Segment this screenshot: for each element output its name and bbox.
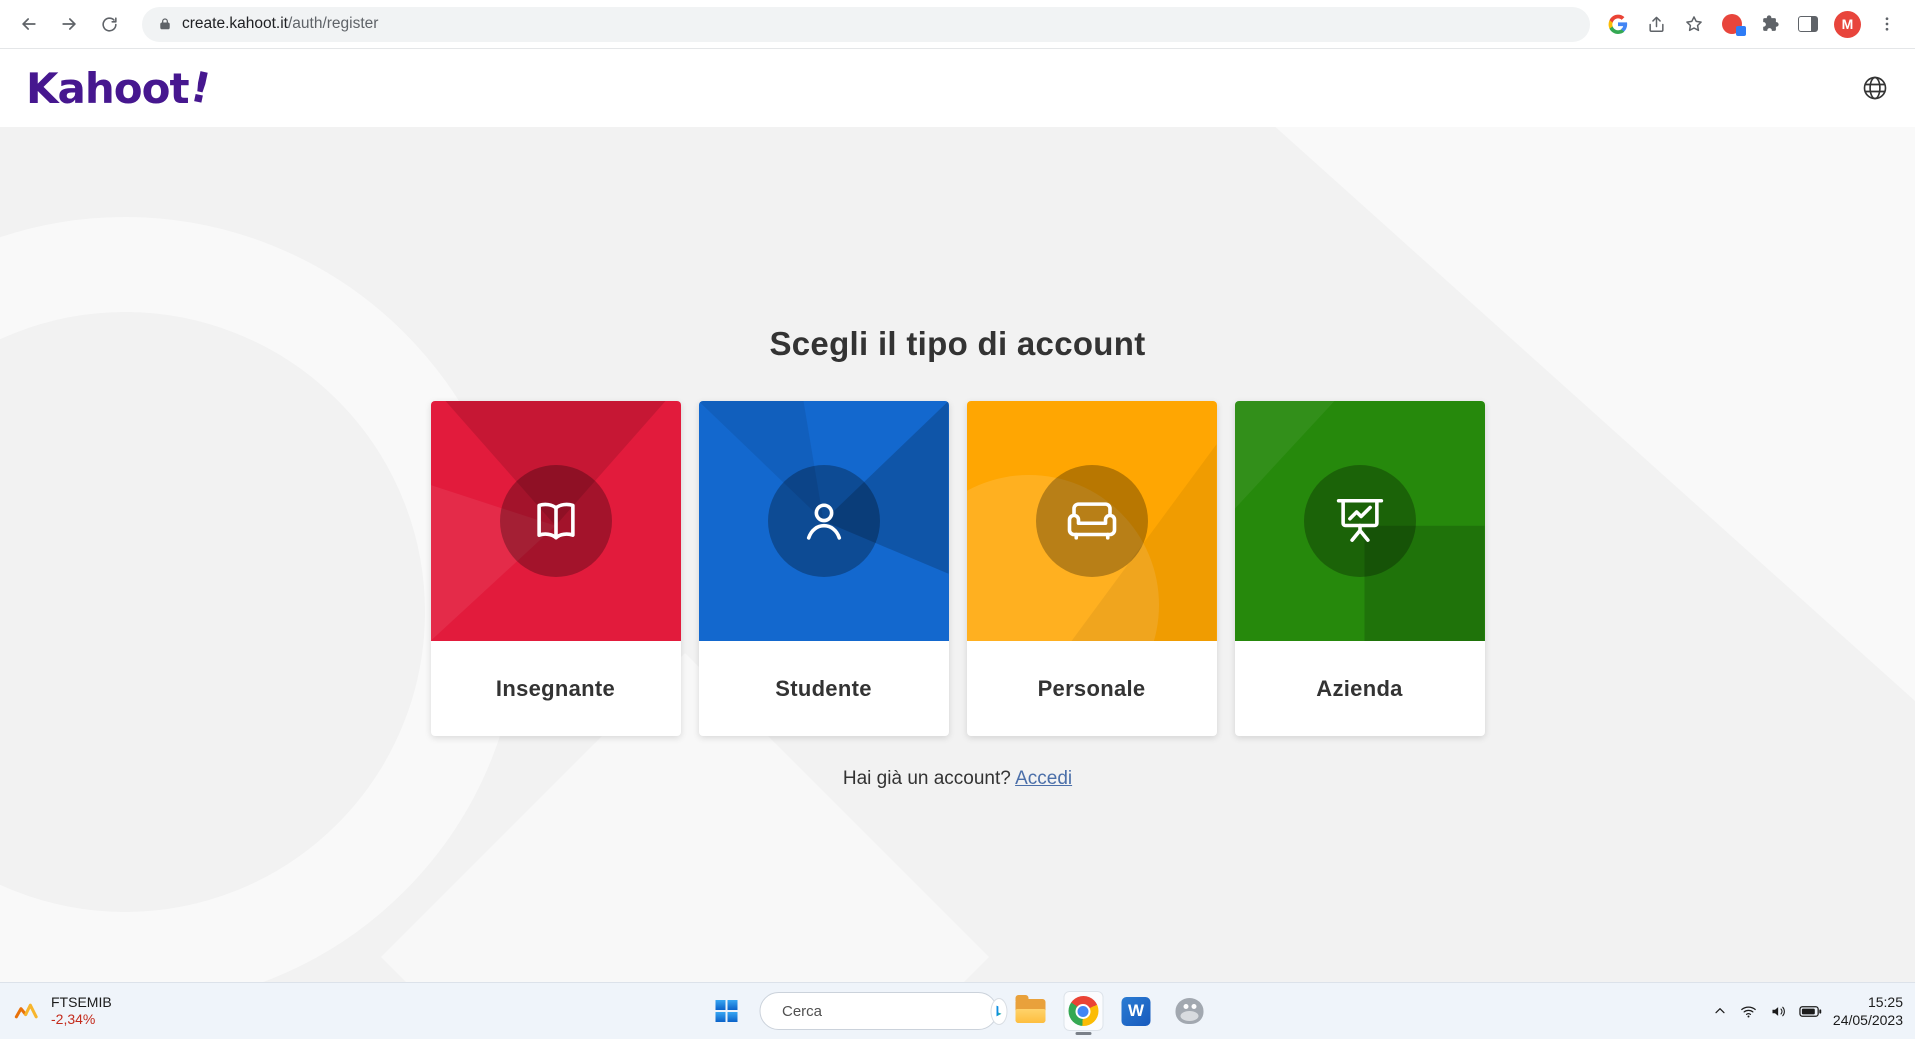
back-button[interactable] <box>12 7 46 41</box>
start-button[interactable] <box>706 991 746 1031</box>
account-card-azienda[interactable]: Azienda <box>1235 401 1485 736</box>
wifi-icon <box>1739 1003 1758 1020</box>
kahoot-logo[interactable]: Kahoot! <box>26 64 209 113</box>
icon-circle <box>500 465 612 577</box>
toolbar-actions: M <box>1606 11 1903 38</box>
battery-button[interactable] <box>1799 1005 1822 1018</box>
share-icon <box>1647 15 1666 34</box>
back-icon <box>19 14 39 34</box>
url-host: create.kahoot.it <box>182 15 288 32</box>
stock-widget-text: FTSEMIB -2,34% <box>51 994 112 1028</box>
tray-overflow-button[interactable] <box>1712 1003 1728 1019</box>
profile-avatar[interactable]: M <box>1834 11 1861 38</box>
volume-button[interactable] <box>1769 1003 1788 1020</box>
url-text: create.kahoot.it/auth/register <box>182 15 378 33</box>
account-card-insegnante[interactable]: Insegnante <box>431 401 681 736</box>
windows-taskbar: FTSEMIB -2,34% W <box>0 982 1915 1039</box>
site-header: Kahoot! <box>0 49 1915 127</box>
chrome-icon <box>1068 996 1098 1026</box>
stock-symbol: FTSEMIB <box>51 994 112 1011</box>
extensions-button[interactable] <box>1758 12 1782 36</box>
kahoot-logo-bang: ! <box>186 61 214 113</box>
clock-date: 24/05/2023 <box>1833 1011 1903 1029</box>
side-panel-icon <box>1798 16 1818 32</box>
google-button[interactable] <box>1606 12 1630 36</box>
signin-row: Hai già un account? Accedi <box>0 768 1915 790</box>
three-dots-icon <box>1878 15 1896 33</box>
reload-button[interactable] <box>92 7 126 41</box>
account-type-cards: Insegnante Studente <box>0 401 1915 736</box>
card-label: Insegnante <box>431 641 681 736</box>
red-extension-icon <box>1722 14 1742 34</box>
sofa-icon <box>1065 494 1119 548</box>
windows-logo-icon <box>715 1000 737 1022</box>
taskbar-stocks-widget[interactable]: FTSEMIB -2,34% <box>14 994 112 1028</box>
battery-icon <box>1799 1005 1822 1018</box>
account-card-studente[interactable]: Studente <box>699 401 949 736</box>
stock-chart-icon <box>14 999 42 1023</box>
taskbar-tray: 15:25 24/05/2023 <box>1712 993 1903 1029</box>
globe-icon <box>1861 74 1889 102</box>
speaker-icon <box>1769 1003 1788 1020</box>
open-book-icon <box>529 494 583 548</box>
bing-icon <box>990 998 1007 1025</box>
share-button[interactable] <box>1644 12 1668 36</box>
bookmark-button[interactable] <box>1682 12 1706 36</box>
bing-glyph-icon <box>991 1004 1006 1019</box>
browser-menu-button[interactable] <box>1875 12 1899 36</box>
side-panel-button[interactable] <box>1796 12 1820 36</box>
card-label: Studente <box>699 641 949 736</box>
card-label: Personale <box>967 641 1217 736</box>
chrome-button[interactable] <box>1063 991 1103 1031</box>
taskbar-center: W <box>706 991 1209 1031</box>
forward-button[interactable] <box>52 7 86 41</box>
taskbar-clock[interactable]: 15:25 24/05/2023 <box>1833 993 1903 1029</box>
file-explorer-button[interactable] <box>1010 991 1050 1031</box>
lock-icon <box>158 16 172 32</box>
puzzle-icon <box>1760 14 1780 34</box>
register-page: Scegli il tipo di account Insegnante <box>0 127 1915 982</box>
file-explorer-icon <box>1015 999 1045 1023</box>
extension-red-button[interactable] <box>1720 12 1744 36</box>
presentation-chart-icon <box>1333 494 1387 548</box>
taskbar-search-input[interactable] <box>782 1003 981 1020</box>
gimp-button[interactable] <box>1169 991 1209 1031</box>
card-top-personale <box>967 401 1217 641</box>
forward-icon <box>59 14 79 34</box>
address-bar[interactable]: create.kahoot.it/auth/register <box>142 7 1590 42</box>
icon-circle <box>1304 465 1416 577</box>
signin-prompt: Hai già un account? <box>843 768 1011 789</box>
google-g-icon <box>1608 14 1628 34</box>
browser-toolbar: create.kahoot.it/auth/register M <box>0 0 1915 49</box>
person-icon <box>797 494 851 548</box>
icon-circle <box>768 465 880 577</box>
card-top-azienda <box>1235 401 1485 641</box>
wifi-button[interactable] <box>1739 1003 1758 1020</box>
reload-icon <box>100 15 119 34</box>
card-top-studente <box>699 401 949 641</box>
word-icon: W <box>1122 997 1151 1026</box>
card-top-insegnante <box>431 401 681 641</box>
clock-time: 15:25 <box>1833 993 1903 1011</box>
page-title: Scegli il tipo di account <box>0 127 1915 363</box>
word-button[interactable]: W <box>1116 991 1156 1031</box>
signin-link[interactable]: Accedi <box>1015 768 1072 789</box>
taskbar-search[interactable] <box>759 992 997 1030</box>
url-path: /auth/register <box>288 15 378 32</box>
account-card-personale[interactable]: Personale <box>967 401 1217 736</box>
card-label: Azienda <box>1235 641 1485 736</box>
language-button[interactable] <box>1861 74 1889 102</box>
stock-change: -2,34% <box>51 1011 112 1028</box>
gimp-icon <box>1175 998 1203 1024</box>
icon-circle <box>1036 465 1148 577</box>
bookmark-star-icon <box>1684 14 1704 34</box>
kahoot-logo-text: Kahoot <box>26 64 189 113</box>
chevron-up-icon <box>1712 1003 1728 1019</box>
